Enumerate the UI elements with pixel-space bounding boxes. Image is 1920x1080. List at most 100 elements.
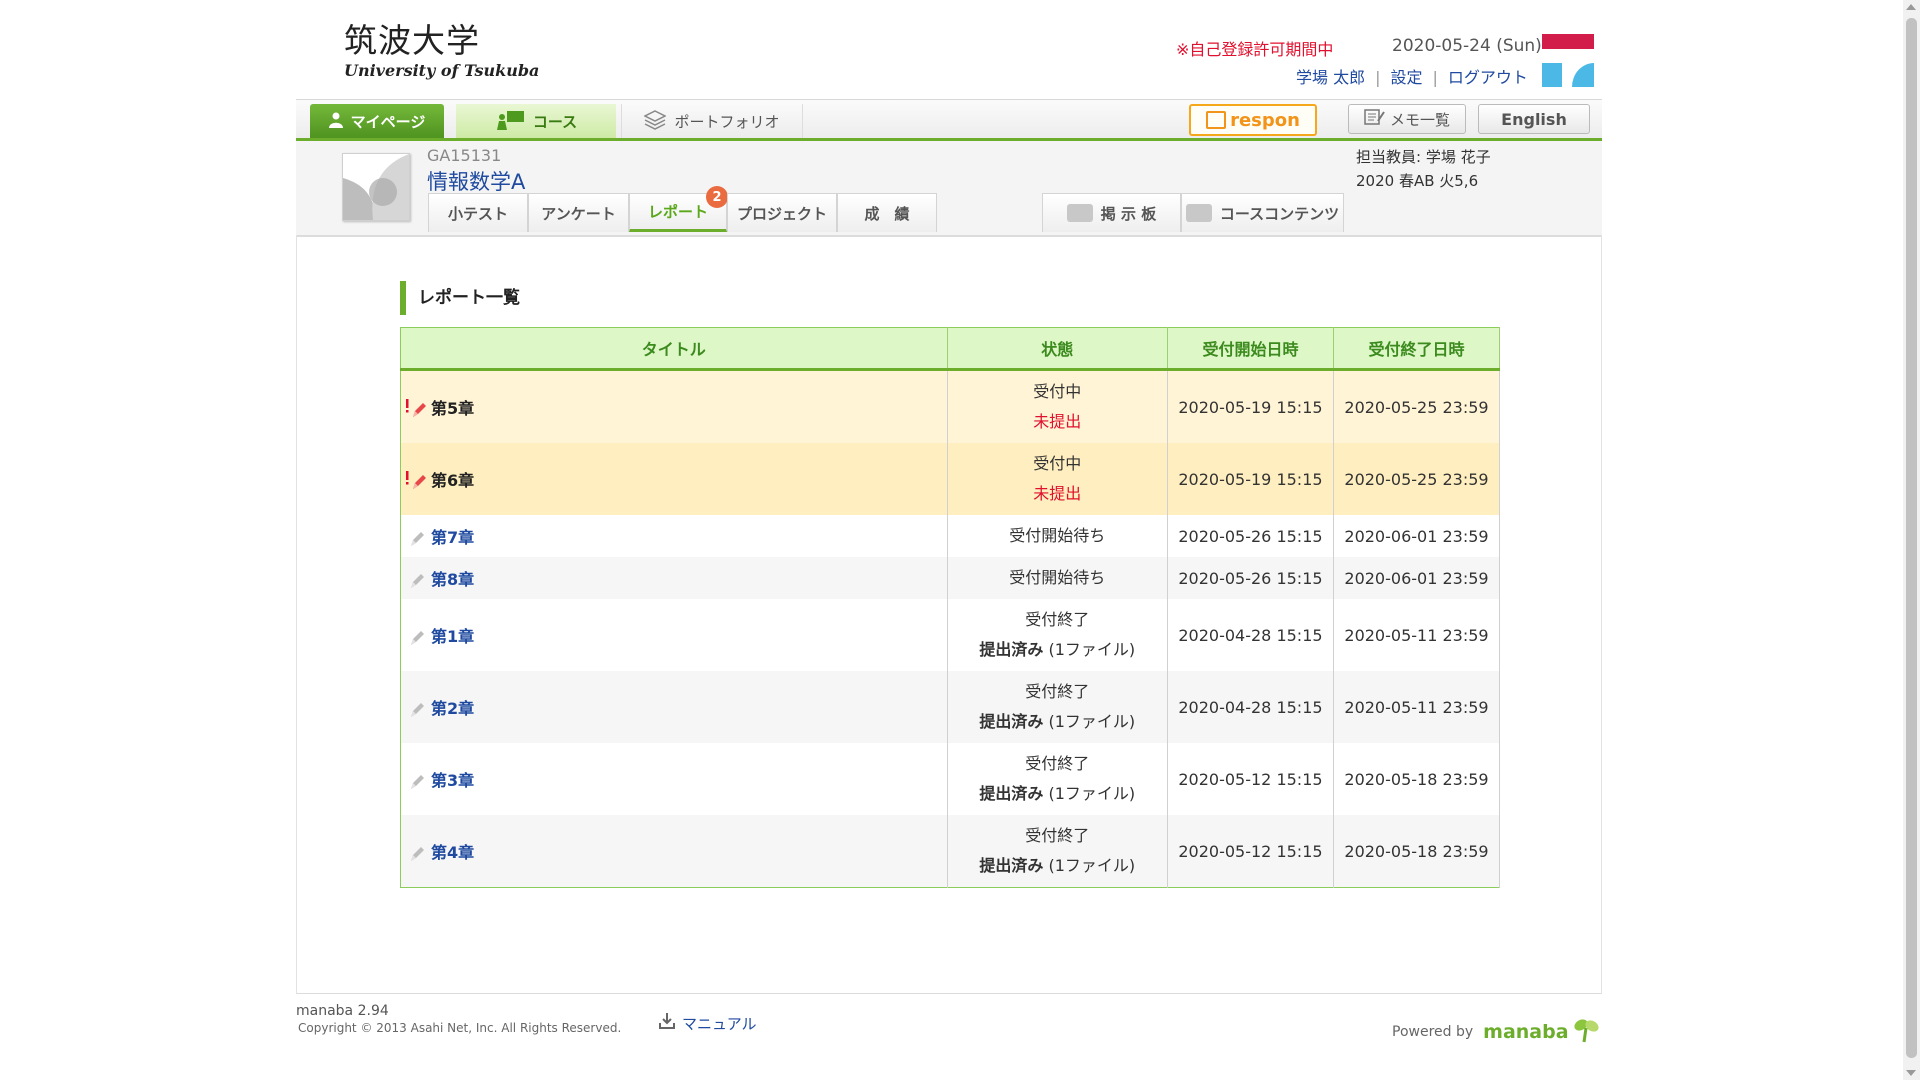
scroll-down-arrow-icon[interactable] [1906,1070,1916,1076]
scroll-up-arrow-icon[interactable] [1906,4,1916,10]
report-start-cell: 2020-05-19 15:15 [1167,443,1334,515]
report-start-cell: 2020-05-26 15:15 [1167,557,1334,599]
table-row[interactable]: 第1章 受付終了 提出済み (1ファイル) 2020-04-28 15:15 2… [400,599,1501,671]
english-button[interactable]: English [1478,104,1590,134]
file-count: (1ファイル) [1043,784,1136,803]
report-end-cell: 2020-05-18 23:59 [1333,815,1501,888]
nav-tab-portfolio[interactable]: ポートフォリオ [621,104,803,139]
report-status-cell: 受付中 未提出 [947,443,1168,515]
report-end-cell: 2020-05-11 23:59 [1333,599,1501,671]
current-date: 2020-05-24 (Sun) [1392,36,1542,56]
column-header-end[interactable]: 受付終了日時 [1333,327,1501,371]
manaba-leaf-icon [1571,1016,1601,1048]
table-row[interactable]: 第3章 受付終了 提出済み (1ファイル) 2020-05-12 15:15 2… [400,743,1501,815]
user-links: 学場 太郎 | 設定 | ログアウト [1296,64,1528,88]
table-row[interactable]: 第4章 受付終了 提出済み (1ファイル) 2020-05-12 15:15 2… [400,815,1501,888]
powered-label: Powered by [1392,1024,1474,1040]
memo-icon [1364,109,1386,129]
report-status: 受付終了 [1025,826,1090,845]
report-start-cell: 2020-05-26 15:15 [1167,515,1334,557]
pencil-icon [405,771,427,791]
report-status-cell: 受付終了 提出済み (1ファイル) [947,599,1168,671]
report-end-cell: 2020-06-01 23:59 [1333,557,1501,599]
report-status: 受付開始待ち [1009,526,1106,545]
pencil-icon [405,570,427,590]
report-count-badge: 2 [706,186,728,208]
file-count: (1ファイル) [1043,712,1136,731]
course-thumbnail[interactable] [342,153,410,221]
column-header-title[interactable]: タイトル [400,327,948,371]
course-name-link[interactable]: 情報数学A [427,166,525,196]
tab-grades[interactable]: 成 績 [837,193,937,232]
submitted-label: 提出済み [979,784,1044,803]
table-row[interactable]: 第5章 受付中 未提出 2020-05-19 15:15 2020-05-25 … [400,369,1501,443]
tab-project[interactable]: プロジェクト [727,193,837,232]
report-start-cell: 2020-04-28 15:15 [1167,671,1334,743]
respon-button[interactable]: respon [1189,104,1317,136]
report-status-cell: 受付中 未提出 [947,369,1168,443]
scrollbar-thumb[interactable] [1906,18,1917,1058]
report-title-link[interactable]: 第4章 [431,843,474,862]
vertical-scrollbar[interactable] [1903,0,1920,1080]
teacher-name: 担当教員: 学場 花子 [1356,148,1491,166]
logout-link[interactable]: ログアウト [1448,68,1528,87]
university-logo[interactable]: 筑波大学 University of Tsukuba [344,22,539,80]
manual-link[interactable]: マニュアル [658,1012,757,1034]
report-title-link[interactable]: 第7章 [431,528,474,547]
course-icon [495,110,525,134]
table-row[interactable]: 第2章 受付終了 提出済み (1ファイル) 2020-04-28 15:15 2… [400,671,1501,743]
report-title-link[interactable]: 第3章 [431,771,474,790]
download-icon [658,1012,676,1034]
report-title-link[interactable]: 第1章 [431,627,474,646]
report-table: タイトル 状態 受付開始日時 受付終了日時 第5章 受付中 未提出 2020-0… [400,327,1501,888]
brand-square-icon [1542,63,1562,87]
report-start-cell: 2020-05-19 15:15 [1167,369,1334,443]
manaba-logo-text: manaba [1483,1021,1569,1043]
report-status: 受付開始待ち [1009,568,1106,587]
report-title-cell: 第5章 [400,369,948,443]
report-title-cell: 第4章 [400,815,948,888]
pencil-alert-icon [405,471,427,491]
nav-tab-mypage[interactable]: マイページ [310,104,444,139]
submitted-label: 提出済み [979,856,1044,875]
tab-bulletin-board[interactable]: 掲 示 板 [1042,193,1181,232]
tab-course-contents[interactable]: コースコンテンツ [1181,193,1344,232]
logo-japanese: 筑波大学 [344,21,480,60]
person-icon [328,112,343,132]
tab-bulletin-board-label: 掲 示 板 [1100,204,1157,223]
column-header-start[interactable]: 受付開始日時 [1167,327,1334,371]
course-code: GA15131 [427,146,502,165]
pencil-icon [405,843,427,863]
tab-quiz[interactable]: 小テスト [428,193,528,232]
settings-link[interactable]: 設定 [1390,68,1422,87]
table-row[interactable]: 第6章 受付中 未提出 2020-05-19 15:15 2020-05-25 … [400,443,1501,515]
separator: | [1375,68,1381,87]
nav-tab-course[interactable]: コース [456,104,616,139]
report-title-link[interactable]: 第8章 [431,570,474,589]
report-start-cell: 2020-05-12 15:15 [1167,815,1334,888]
pencil-alert-icon [405,399,427,419]
report-title-cell: 第1章 [400,599,948,671]
report-title-link[interactable]: 第2章 [431,699,474,718]
tab-survey[interactable]: アンケート [528,193,629,232]
tab-report-label: レポート [647,203,708,221]
registration-notice: ※自己登録許可期間中 [1176,40,1334,59]
manual-label: マニュアル [682,1014,757,1033]
nav-tab-mypage-label: マイページ [350,113,426,131]
table-row[interactable]: 第8章 受付開始待ち 2020-05-26 15:15 2020-06-01 2… [400,557,1501,599]
tab-report[interactable]: レポート 2 [629,186,728,232]
column-header-status[interactable]: 状態 [947,327,1168,371]
report-title-link[interactable]: 第5章 [431,399,474,418]
logo-english: University of Tsukuba [344,61,540,80]
memo-list-button[interactable]: メモ一覧 [1348,104,1466,134]
file-count: (1ファイル) [1043,640,1136,659]
report-status: 受付終了 [1025,610,1090,629]
nav-tab-portfolio-label: ポートフォリオ [674,113,780,131]
report-title-link[interactable]: 第6章 [431,471,474,490]
submission-status: 提出済み (1ファイル) [949,635,1166,665]
table-row[interactable]: 第7章 受付開始待ち 2020-05-26 15:15 2020-06-01 2… [400,515,1501,557]
brand-red-bar [1542,34,1594,49]
user-name-link[interactable]: 学場 太郎 [1296,68,1365,87]
report-title-cell: 第6章 [400,443,948,515]
report-status: 受付中 [1033,382,1082,401]
